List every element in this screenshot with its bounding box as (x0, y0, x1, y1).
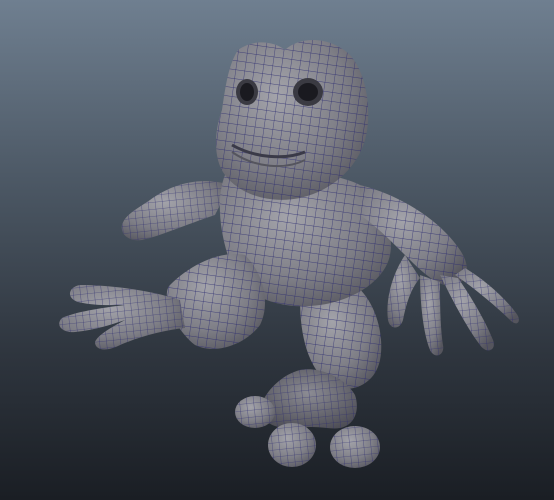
frog-model-render[interactable] (0, 0, 554, 500)
eye-left (236, 79, 258, 105)
arm-left[interactable] (121, 180, 230, 241)
eye-right (293, 78, 323, 106)
foot-left[interactable] (59, 285, 186, 350)
leg-left[interactable] (166, 254, 265, 349)
3d-viewport[interactable] (0, 0, 554, 500)
head[interactable] (216, 40, 369, 200)
